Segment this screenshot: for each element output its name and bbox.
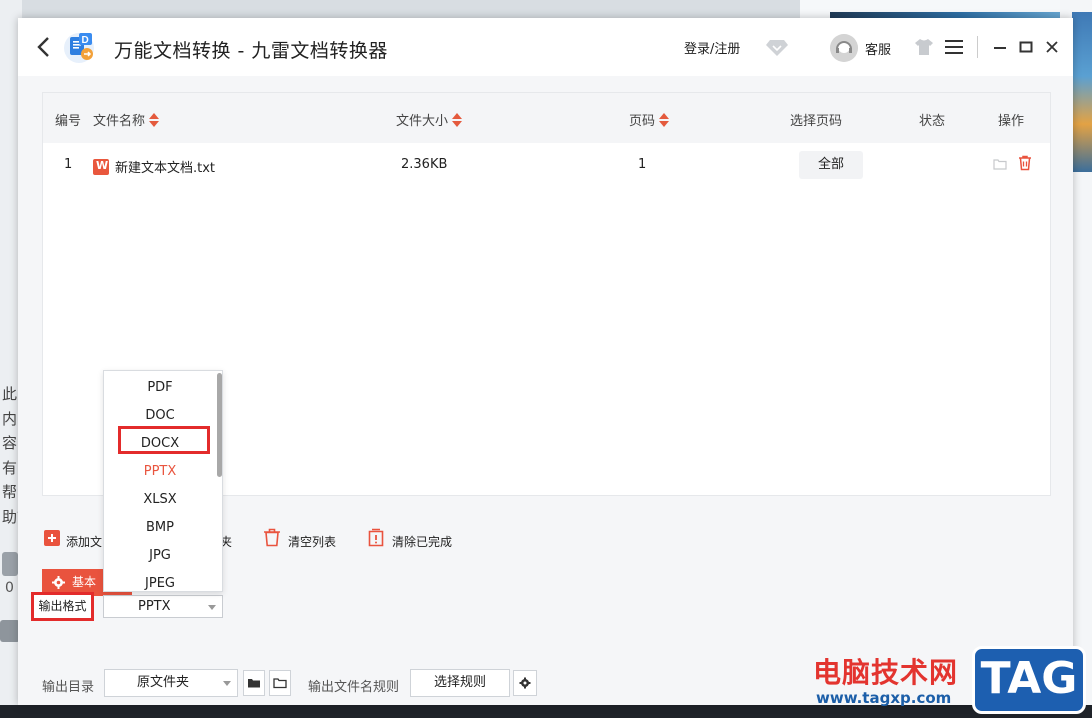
like-count: 0 <box>5 580 14 596</box>
format-option-pdf[interactable]: PDF <box>104 374 216 402</box>
row-file-name: 新建文本文档.txt <box>93 157 215 176</box>
clear-list-label: 清空列表 <box>288 535 337 549</box>
basic-settings-label: 基本 <box>72 575 97 589</box>
output-directory-label: 输出目录 <box>42 680 95 695</box>
shirt-skin-icon[interactable] <box>914 38 934 56</box>
login-register-link[interactable]: 登录/注册 <box>684 38 740 57</box>
gear-icon <box>52 576 65 589</box>
headset-icon <box>830 34 858 62</box>
app-window: D 万能文档转换 - 九雷文档转换器 登录/注册 客服 编号 文件名称 文件大小… <box>18 18 1073 705</box>
row-pages: 1 <box>638 157 647 172</box>
format-option-bmp[interactable]: BMP <box>104 514 216 542</box>
trash-icon <box>264 528 280 547</box>
open-folder-icon <box>273 678 287 689</box>
select-pages-button[interactable]: 全部 <box>799 151 863 179</box>
output-directory-select[interactable]: 原文件夹 <box>104 669 238 697</box>
browse-folder-button[interactable] <box>243 670 265 696</box>
output-directory-value: 原文件夹 <box>137 675 190 690</box>
dropdown-scrollbar[interactable] <box>217 373 222 477</box>
desktop-top-strip <box>800 0 1092 20</box>
add-file-icon <box>44 530 60 546</box>
clear-completed-button[interactable]: 清除已完成 <box>367 528 467 552</box>
add-folder-button[interactable]: 夹 <box>220 528 240 552</box>
close-icon[interactable] <box>1044 39 1060 55</box>
clear-completed-icon <box>368 528 384 547</box>
output-format-select[interactable]: PPTX <box>103 595 223 618</box>
minimize-icon[interactable] <box>993 40 1007 54</box>
open-folder-icon[interactable] <box>993 158 1007 170</box>
format-option-jpeg[interactable]: JPEG <box>104 570 216 591</box>
header-size[interactable]: 文件大小 <box>396 110 463 129</box>
thumbs-up-icon[interactable] <box>2 552 18 576</box>
gear-icon <box>519 677 531 689</box>
wps-file-icon <box>93 159 109 175</box>
format-option-xlsx[interactable]: XLSX <box>104 486 216 514</box>
watermark-url: www.tagxp.com <box>816 689 952 707</box>
app-title: 万能文档转换 - 九雷文档转换器 <box>114 40 388 62</box>
sort-arrows-icon[interactable] <box>149 113 160 127</box>
header-status: 状态 <box>919 114 946 129</box>
header-actions: 操作 <box>998 114 1025 129</box>
output-format-dropdown: PDF DOC DOCX PPTX XLSX BMP JPG JPEG <box>103 370 223 592</box>
header-name[interactable]: 文件名称 <box>93 110 160 129</box>
file-name-text: 新建文本文档.txt <box>115 161 216 176</box>
main-content: 编号 文件名称 文件大小 页码 选择页码 状态 操作 1 新建文本文档.txt … <box>18 76 1073 705</box>
open-output-folder-button[interactable] <box>269 670 291 696</box>
vip-diamond-icon[interactable] <box>766 37 788 57</box>
format-option-jpg[interactable]: JPG <box>104 542 216 570</box>
table-header: 编号 文件名称 文件大小 页码 选择页码 状态 操作 <box>43 93 1050 143</box>
add-file-label: 添加文 <box>66 535 103 549</box>
folder-icon <box>248 679 260 688</box>
format-option-pptx[interactable]: PPTX <box>104 458 216 486</box>
svg-text:D: D <box>82 35 89 46</box>
support-label: 客服 <box>865 43 892 58</box>
maximize-icon[interactable] <box>1019 40 1033 54</box>
sort-arrows-icon[interactable] <box>452 113 463 127</box>
titlebar-divider <box>977 36 978 58</box>
sort-arrows-icon[interactable] <box>659 113 670 127</box>
header-select-pages: 选择页码 <box>790 114 843 129</box>
row-file-size: 2.36KB <box>401 157 448 172</box>
chevron-down-icon <box>223 681 231 686</box>
table-row[interactable]: 1 新建文本文档.txt 2.36KB 1 全部 <box>43 143 1050 189</box>
header-pages[interactable]: 页码 <box>629 110 670 129</box>
output-format-value: PPTX <box>138 599 171 614</box>
delete-trash-icon[interactable] <box>1018 155 1032 171</box>
select-rule-button[interactable]: 选择规则 <box>410 669 510 697</box>
header-index: 编号 <box>55 114 82 129</box>
watermark-text: 电脑技术网 <box>813 656 959 689</box>
chevron-down-icon <box>208 605 216 610</box>
back-arrow-icon[interactable] <box>34 36 54 58</box>
thumbs-down-icon[interactable] <box>0 620 20 642</box>
watermark-tag-logo: TAG <box>972 646 1086 714</box>
row-index: 1 <box>64 157 73 172</box>
header-name-label: 文件名称 <box>93 114 146 129</box>
filename-rule-label: 输出文件名规则 <box>308 680 400 695</box>
docx-highlight-box <box>118 426 210 454</box>
rule-settings-button[interactable] <box>513 670 537 696</box>
clear-completed-label: 清除已完成 <box>392 535 453 549</box>
clear-list-button[interactable]: 清空列表 <box>263 528 343 552</box>
titlebar: D 万能文档转换 - 九雷文档转换器 登录/注册 客服 <box>18 18 1073 76</box>
header-size-label: 文件大小 <box>396 114 449 129</box>
app-logo-icon: D <box>64 33 94 63</box>
hamburger-menu-icon[interactable] <box>945 39 963 55</box>
background-image <box>1072 12 1092 172</box>
output-format-label: 输出格式 <box>31 592 94 621</box>
header-pages-label: 页码 <box>629 114 656 129</box>
